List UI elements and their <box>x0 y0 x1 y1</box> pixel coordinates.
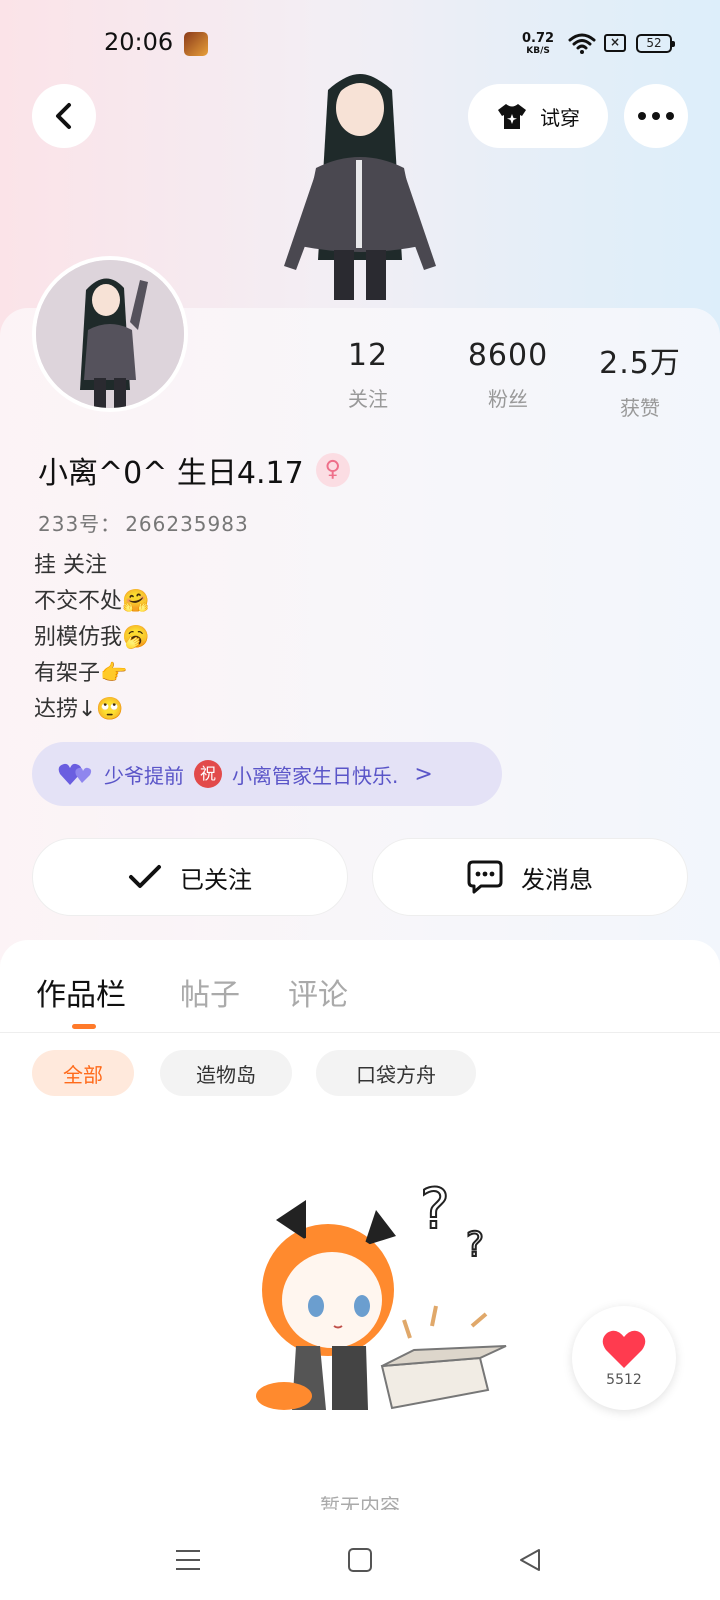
tab-posts[interactable]: 帖子 <box>180 970 240 1014</box>
tshirt-icon <box>498 104 526 129</box>
user-id-value: 266235983 <box>125 512 249 536</box>
try-on-button[interactable]: 试穿 <box>468 84 608 148</box>
empty-state-illustration: ? ? <box>256 1176 507 1410</box>
square-home-icon <box>348 1548 372 1572</box>
tab-divider <box>0 1032 720 1033</box>
no-sim-icon: × <box>604 34 626 52</box>
stat-following[interactable]: 12 关注 <box>308 338 428 412</box>
status-time: 20:06 <box>104 28 174 56</box>
likes-label: 获赞 <box>620 396 660 420</box>
more-dots-icon <box>638 112 674 120</box>
tab-works[interactable]: 作品栏 <box>36 970 126 1014</box>
avatar-image <box>36 260 184 408</box>
like-count: 5512 <box>606 1372 642 1388</box>
following-label: 关注 <box>348 387 388 411</box>
hearts-icon <box>58 763 92 785</box>
svg-text:?: ? <box>466 1225 484 1265</box>
send-message-button[interactable]: 发消息 <box>372 838 688 916</box>
chat-bubble-icon <box>467 860 503 894</box>
triangle-back-icon <box>520 1549 540 1571</box>
checkmark-icon <box>129 865 161 888</box>
following-count: 12 <box>347 338 389 373</box>
tab-comments[interactable]: 评论 <box>288 970 348 1014</box>
active-tab-indicator <box>72 1024 96 1029</box>
filter-pocket-ark[interactable]: 口袋方舟 <box>316 1050 476 1096</box>
likes-count: 2.5万 <box>599 346 681 381</box>
greeting-text-after: 小离管家生日快乐. <box>232 763 399 788</box>
profile-bio: 挂 关注 不交不处🤗 别模仿我🥱 有架子👉 达捞↓🙄 <box>34 548 149 728</box>
system-navigation-bar <box>0 1510 720 1600</box>
bio-line: 别模仿我🥱 <box>34 625 150 650</box>
empty-state-text: 暂无内容 <box>320 1494 400 1512</box>
try-on-label: 试穿 <box>540 105 580 130</box>
female-gender-icon: ♀ <box>315 453 350 487</box>
send-message-label: 发消息 <box>521 865 593 894</box>
stat-likes[interactable]: 2.5万 获赞 <box>580 338 700 421</box>
followers-count: 8600 <box>467 338 549 373</box>
followers-label: 粉丝 <box>488 387 528 411</box>
game-app-icon <box>184 32 208 56</box>
celebrate-badge-icon: 祝 <box>194 760 222 788</box>
nav-menu-button[interactable] <box>168 1540 208 1580</box>
nav-back-button[interactable] <box>510 1540 550 1580</box>
battery-icon: 52 <box>636 34 675 53</box>
back-button[interactable] <box>32 84 96 148</box>
network-speed-value: 0.72 <box>522 31 555 46</box>
filter-creation-island[interactable]: 造物岛 <box>160 1050 292 1096</box>
stat-followers[interactable]: 8600 粉丝 <box>448 338 568 412</box>
greeting-text-before: 少爷提前 <box>104 763 184 788</box>
network-speed-unit: KB/S <box>526 46 550 56</box>
filter-all[interactable]: 全部 <box>32 1050 134 1096</box>
bio-line: 达捞↓🙄 <box>34 697 124 722</box>
profile-avatar[interactable] <box>32 256 188 412</box>
chevron-left-icon <box>56 103 71 129</box>
birthday-greeting-pill[interactable]: 少爷提前 祝 小离管家生日快乐. > <box>32 742 502 806</box>
nickname-text: 小离^0^ 生日4.17 <box>38 456 304 491</box>
heart-icon <box>602 1330 646 1368</box>
nav-home-button[interactable] <box>340 1540 380 1580</box>
user-id[interactable]: 233号： 266235983 <box>34 508 249 537</box>
more-options-button[interactable] <box>624 84 688 148</box>
chevron-right-icon: > <box>414 761 433 787</box>
menu-lines-icon <box>176 1550 200 1570</box>
avatar-3d-figure <box>284 74 436 300</box>
followed-button[interactable]: 已关注 <box>32 838 348 916</box>
avatar-character-art <box>36 260 184 408</box>
bio-line: 有架子👉 <box>34 661 128 686</box>
svg-text:?: ? <box>420 1177 450 1242</box>
profile-nickname: 小离^0^ 生日4.17 ♀ <box>38 448 350 492</box>
network-speed: 0.72 KB/S <box>522 32 554 58</box>
user-id-label: 233号： <box>38 512 122 536</box>
like-floating-button[interactable]: 5512 <box>572 1306 676 1410</box>
bio-line: 不交不处🤗 <box>34 589 150 614</box>
followed-label: 已关注 <box>180 865 252 894</box>
bio-line: 挂 关注 <box>34 553 107 578</box>
wifi-icon <box>568 33 596 54</box>
